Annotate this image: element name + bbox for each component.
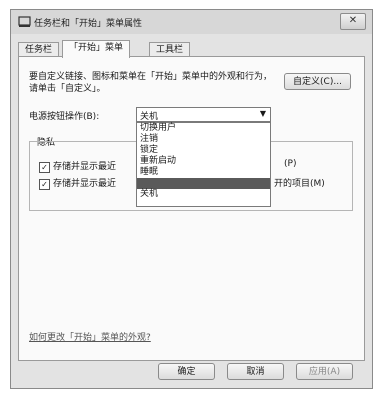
description-text: 要自定义链接、图标和菜单在「开始」菜单中的外观和行为，请单击「自定义」。 [29,72,273,94]
customize-button[interactable]: 自定义(C)... [284,73,351,90]
checkbox-label: 存储并显示最近 [53,179,117,189]
option-lock[interactable]: 锁定 [137,145,270,156]
apply-button[interactable]: 应用(A) [296,363,353,380]
power-button-label: 电源按钮操作(B): [29,112,100,122]
start-menu-panel: 要自定义链接、图标和菜单在「开始」菜单中的外观和行为，请单击「自定义」。 自定义… [18,56,365,361]
properties-window: 任务栏和「开始」菜单属性 ✕ 任务栏 「开始」菜单 工具栏 要自定义链接、图标和… [10,9,373,389]
tab-start-menu[interactable]: 「开始」菜单 [62,40,131,58]
tab-toolbars[interactable]: 工具栏 [149,42,191,57]
checkmark-icon: ✓ [39,179,50,190]
store-recent-items-checkbox[interactable]: ✓ 存储并显示最近 [39,176,116,190]
checkbox-label: 存储并显示最近 [53,162,117,172]
store-recent-programs-checkbox[interactable]: ✓ 存储并显示最近 [39,159,116,173]
cancel-button[interactable]: 取消 [227,363,284,380]
taskbar-properties-icon [18,15,31,28]
tab-taskbar[interactable]: 任务栏 [18,42,60,57]
power-options-list: 切换用户 注销 锁定 重新启动 睡眠 关机 [136,122,271,207]
option-sleep[interactable]: 睡眠 [137,167,270,178]
option-shut-down[interactable]: 关机 [137,189,270,200]
option-highlighted[interactable] [137,178,270,189]
checkmark-icon: ✓ [39,162,50,173]
close-button[interactable]: ✕ [340,13,366,30]
title-bar: 任务栏和「开始」菜单属性 ✕ [11,10,372,34]
power-button-select[interactable]: 关机 ▼ [136,107,271,122]
checkbox-label-tail: 开的项目(M) [274,179,325,189]
option-switch-user[interactable]: 切换用户 [137,123,270,134]
checkbox-label-tail: (P) [284,159,297,169]
appearance-help-link[interactable]: 如何更改「开始」菜单的外观? [29,330,151,343]
option-log-off[interactable]: 注销 [137,134,270,145]
close-icon: ✕ [348,15,358,26]
option-restart[interactable]: 重新启动 [137,156,270,167]
chevron-down-icon: ▼ [259,109,266,118]
power-button-value: 关机 [140,112,159,122]
ok-button[interactable]: 确定 [158,363,215,380]
window-title: 任务栏和「开始」菜单属性 [34,19,143,29]
